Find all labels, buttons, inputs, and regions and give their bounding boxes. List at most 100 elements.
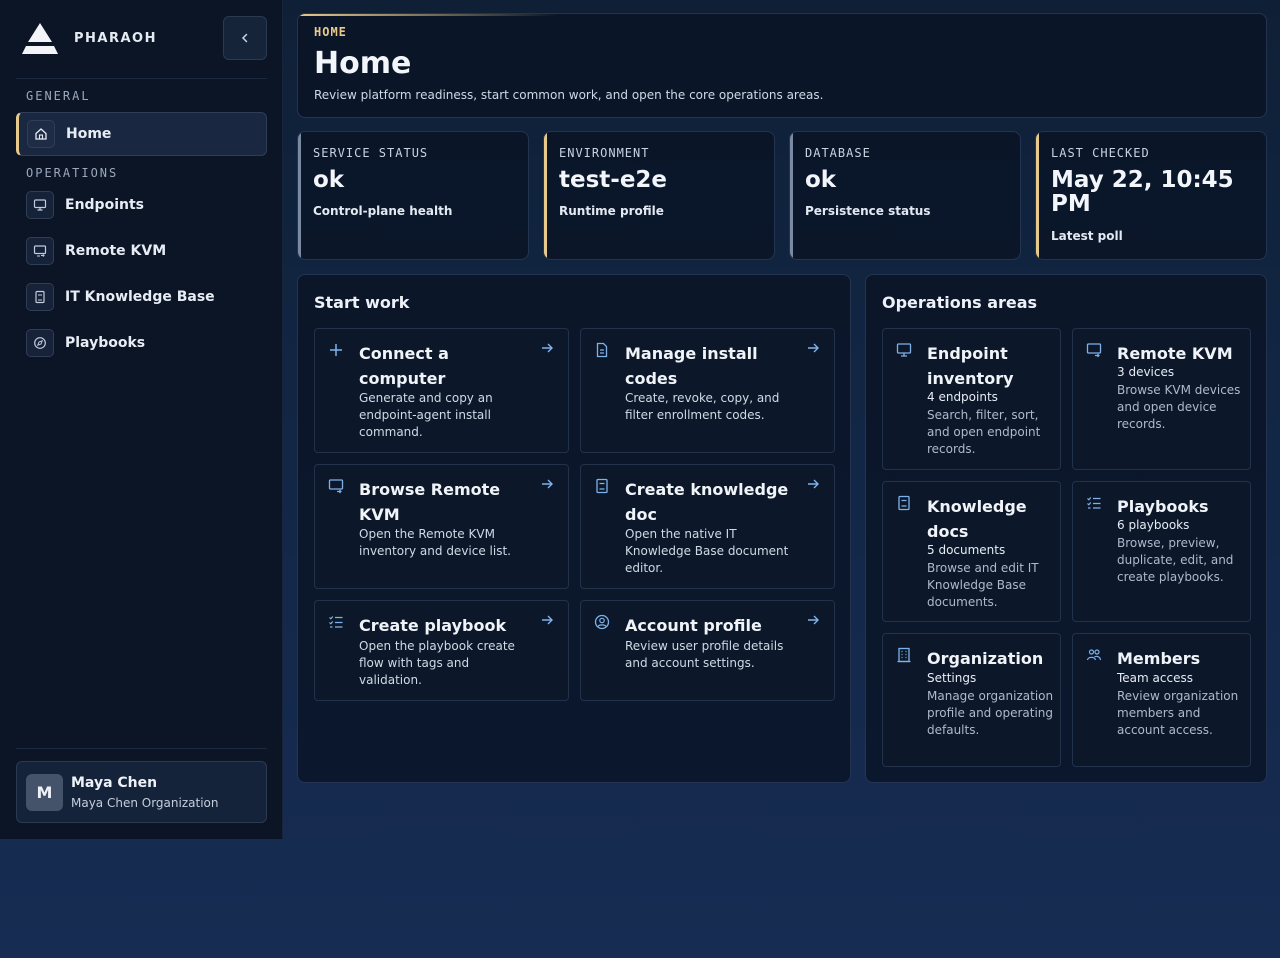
brand-name: PHARAOH bbox=[74, 31, 157, 46]
stat-label: SERVICE STATUS bbox=[313, 146, 429, 160]
card-description: Manage organization profile and operatin… bbox=[927, 689, 1054, 737]
card-title: Browse Remote KVM bbox=[359, 480, 501, 524]
card-title: Account profile bbox=[625, 616, 762, 635]
card-meta: 3 devices bbox=[1117, 365, 1175, 379]
stat-accent-bar bbox=[544, 132, 547, 259]
users-icon bbox=[1086, 649, 1102, 661]
card-title: Playbooks bbox=[1117, 497, 1209, 516]
card-description: Create, revoke, copy, and filter enrollm… bbox=[625, 391, 780, 422]
card-description: Search, filter, sort, and open endpoint … bbox=[927, 408, 1041, 456]
arrow-right-icon bbox=[542, 479, 553, 489]
card-description: Review user profile details and account … bbox=[625, 639, 784, 670]
start-card-manage-install-codes[interactable]: Manage install codes Create, revoke, cop… bbox=[580, 328, 835, 453]
card-meta: Team access bbox=[1117, 671, 1193, 685]
brand[interactable]: PHARAOH bbox=[22, 22, 157, 55]
arrow-right-icon bbox=[542, 343, 553, 353]
sidebar-item-label: Playbooks bbox=[65, 335, 146, 351]
screen-share-icon bbox=[328, 479, 344, 494]
card-title: Remote KVM bbox=[1117, 344, 1233, 363]
ops-card-endpoint-inventory[interactable]: Endpoint inventory 4 endpoints Search, f… bbox=[882, 328, 1061, 470]
ops-card-knowledge-docs[interactable]: Knowledge docs 5 documents Browse and ed… bbox=[882, 481, 1061, 622]
ops-card-remote-kvm[interactable]: Remote KVM 3 devices Browse KVM devices … bbox=[1072, 328, 1251, 470]
stat-accent-bar bbox=[790, 132, 793, 259]
card-title: Organization bbox=[927, 649, 1044, 668]
card-description: Open the native IT Knowledge Base docume… bbox=[625, 527, 789, 575]
stat-card-last-checked: LAST CHECKED May 22, 10:45 PM Latest pol… bbox=[1035, 131, 1267, 260]
start-card-create-playbook[interactable]: Create playbook Open the playbook create… bbox=[314, 600, 569, 701]
start-work-panel: Start work Connect a computer Generate a… bbox=[297, 274, 851, 783]
card-description: Browse and edit IT Knowledge Base docume… bbox=[927, 561, 1039, 609]
arrow-right-icon bbox=[808, 479, 819, 489]
page-header: HOME Home Review platform readiness, sta… bbox=[297, 13, 1267, 118]
stat-card-service-status: SERVICE STATUS ok Control-plane health bbox=[297, 131, 529, 260]
sidebar-item-label: IT Knowledge Base bbox=[65, 289, 215, 305]
pyramid-logo-icon bbox=[22, 23, 58, 54]
card-description: Browse KVM devices and open device recor… bbox=[1117, 383, 1241, 431]
stat-accent-bar bbox=[1036, 132, 1039, 259]
panel-title: Operations areas bbox=[882, 293, 1038, 312]
card-title: Members bbox=[1117, 649, 1201, 668]
sidebar: PHARAOH GENERAL Home OPERATIONS Endpoint… bbox=[0, 0, 283, 839]
stat-accent-bar bbox=[298, 132, 301, 259]
card-meta: Settings bbox=[927, 671, 977, 685]
sidebar-item-label: Endpoints bbox=[65, 197, 144, 213]
card-description: Open the playbook create flow with tags … bbox=[359, 639, 515, 687]
monitor-icon bbox=[26, 191, 54, 219]
card-description: Open the Remote KVM inventory and device… bbox=[359, 527, 511, 558]
stat-card-environment: ENVIRONMENT test-e2e Runtime profile bbox=[543, 131, 775, 260]
user-circle-icon bbox=[594, 614, 610, 630]
start-card-connect-computer[interactable]: Connect a computer Generate and copy an … bbox=[314, 328, 569, 453]
sidebar-item-it-knowledge-base[interactable]: IT Knowledge Base bbox=[16, 275, 267, 319]
card-title: Endpoint inventory bbox=[927, 344, 1014, 388]
book-icon bbox=[898, 495, 910, 511]
ops-card-organization[interactable]: Organization Settings Manage organizatio… bbox=[882, 633, 1061, 767]
screen-share-icon bbox=[1086, 343, 1102, 358]
home-icon bbox=[27, 120, 55, 148]
stat-value: test-e2e bbox=[559, 167, 668, 193]
ops-card-playbooks[interactable]: Playbooks 6 playbooks Browse, preview, d… bbox=[1072, 481, 1251, 622]
plus-icon bbox=[330, 344, 342, 356]
checklist-icon bbox=[329, 616, 343, 628]
avatar: M bbox=[26, 773, 63, 811]
stat-label: DATABASE bbox=[805, 146, 871, 160]
card-meta: 6 playbooks bbox=[1117, 518, 1190, 532]
card-description: Browse, preview, duplicate, edit, and cr… bbox=[1117, 536, 1234, 584]
collapse-sidebar-button[interactable] bbox=[223, 16, 267, 60]
building-icon bbox=[897, 647, 911, 663]
breadcrumb: HOME bbox=[314, 25, 347, 39]
sidebar-item-label: Home bbox=[66, 126, 112, 142]
sidebar-item-endpoints[interactable]: Endpoints bbox=[16, 183, 267, 227]
sidebar-item-playbooks[interactable]: Playbooks bbox=[16, 321, 267, 365]
stat-value: ok bbox=[313, 167, 345, 193]
arrow-right-icon bbox=[808, 343, 819, 353]
stat-label: LAST CHECKED bbox=[1051, 146, 1150, 160]
card-meta: 5 documents bbox=[927, 543, 1006, 557]
checklist-icon bbox=[1087, 497, 1101, 509]
start-card-account-profile[interactable]: Account profile Review user profile deta… bbox=[580, 600, 835, 701]
user-organization: Maya Chen Organization bbox=[71, 795, 219, 810]
stat-subtitle: Latest poll bbox=[1051, 229, 1123, 243]
card-title: Manage install codes bbox=[625, 344, 758, 388]
book-icon bbox=[596, 478, 608, 494]
card-title: Create playbook bbox=[359, 616, 507, 635]
sidebar-item-home[interactable]: Home bbox=[16, 112, 267, 156]
card-description: Review organization members and account … bbox=[1117, 689, 1239, 737]
card-title: Create knowledge doc bbox=[625, 480, 789, 524]
start-card-browse-remote-kvm[interactable]: Browse Remote KVM Open the Remote KVM in… bbox=[314, 464, 569, 589]
stat-subtitle: Runtime profile bbox=[559, 204, 664, 218]
panel-title: Start work bbox=[314, 293, 410, 312]
stat-value: May 22, 10:45 PM bbox=[1051, 167, 1234, 217]
card-meta: 4 endpoints bbox=[927, 390, 998, 404]
stat-subtitle: Persistence status bbox=[805, 204, 931, 218]
card-title: Connect a computer bbox=[359, 344, 449, 388]
sidebar-divider bbox=[16, 78, 267, 79]
section-label-general: GENERAL bbox=[26, 89, 91, 103]
user-card[interactable]: M Maya Chen Maya Chen Organization bbox=[16, 761, 267, 823]
stat-value: ok bbox=[805, 167, 837, 193]
start-card-create-knowledge-doc[interactable]: Create knowledge doc Open the native IT … bbox=[580, 464, 835, 589]
ops-card-members[interactable]: Members Team access Review organization … bbox=[1072, 633, 1251, 767]
header-accent-line bbox=[298, 14, 558, 16]
sidebar-item-remote-kvm[interactable]: Remote KVM bbox=[16, 229, 267, 273]
document-icon bbox=[596, 342, 608, 358]
operations-areas-panel: Operations areas Endpoint inventory 4 en… bbox=[865, 274, 1267, 783]
